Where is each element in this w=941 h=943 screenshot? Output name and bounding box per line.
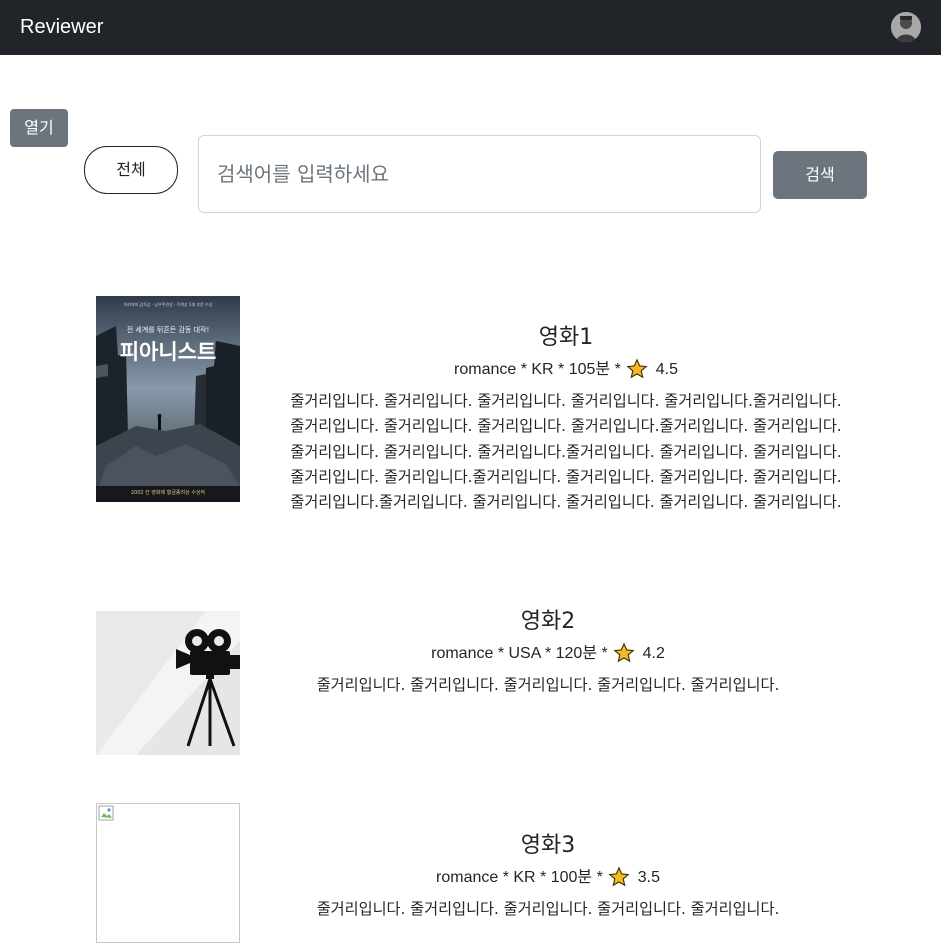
star-icon: [626, 358, 648, 379]
movie-meta-text: romance * KR * 100분 *: [436, 869, 603, 886]
movie-description: 줄거리입니다. 줄거리입니다. 줄거리입니다. 줄거리입니다. 줄거리입니다.: [316, 900, 780, 918]
movie-camera-icon: [96, 611, 240, 755]
movie-meta-text: romance * KR * 105분 *: [454, 361, 621, 378]
movie-poster-1[interactable]: 아카데미 감독상 · 남우주연상 · 각색상 3개 부문 수상 전 세계를 뒤흔…: [96, 296, 240, 502]
poster-topline: 아카데미 감독상 · 남우주연상 · 각색상 3개 부문 수상: [123, 302, 213, 307]
sidebar-open-button[interactable]: 열기: [10, 109, 68, 147]
brand-logo[interactable]: Reviewer: [20, 14, 103, 40]
star-icon: [613, 642, 635, 663]
movie-meta: romance * KR * 100분 * 3.5: [248, 866, 848, 889]
movie-title[interactable]: 영화2: [248, 608, 848, 636]
movie-meta-text: romance * USA * 120분 *: [431, 645, 608, 662]
broken-image-icon: [98, 805, 114, 821]
movie-poster-3[interactable]: [96, 803, 240, 943]
movie-info-3: 영화3 romance * KR * 100분 * 3.5 줄거리입니다. 줄거…: [248, 832, 848, 922]
movie-description: 줄거리입니다. 줄거리입니다. 줄거리입니다. 줄거리입니다. 줄거리입니다.: [316, 676, 780, 694]
filter-all-button[interactable]: 전체: [84, 146, 178, 194]
movie-description: 줄거리입니다. 줄거리입니다. 줄거리입니다. 줄거리입니다. 줄거리입니다.줄…: [290, 392, 842, 512]
movie-info-1: 영화1 romance * KR * 105분 * 4.5 줄거리입니다. 줄거…: [286, 324, 846, 515]
poster-bottom-text: 2002 칸 영화제 황금종려상 수상작: [130, 490, 206, 496]
movie-rating: 4.2: [642, 645, 665, 662]
search-button[interactable]: 검색: [773, 151, 867, 199]
top-navbar: Reviewer: [0, 0, 941, 55]
search-input[interactable]: [198, 135, 761, 213]
movie-info-2: 영화2 romance * USA * 120분 * 4.2 줄거리입니다. 줄…: [248, 608, 848, 698]
poster-tagline: 전 세계를 뒤흔든 감동 대작!: [126, 326, 210, 334]
poster-title: 피아니스트: [119, 340, 217, 364]
user-avatar-icon[interactable]: [891, 12, 921, 42]
movie-meta: romance * USA * 120분 * 4.2: [248, 642, 848, 665]
movie-rating: 3.5: [637, 869, 660, 886]
movie-poster-2[interactable]: [96, 611, 240, 755]
star-icon: [608, 866, 630, 887]
movie-title[interactable]: 영화3: [248, 832, 848, 860]
movie-rating: 4.5: [655, 361, 678, 378]
movie-meta: romance * KR * 105분 * 4.5: [286, 358, 846, 381]
movie-title[interactable]: 영화1: [286, 324, 846, 352]
